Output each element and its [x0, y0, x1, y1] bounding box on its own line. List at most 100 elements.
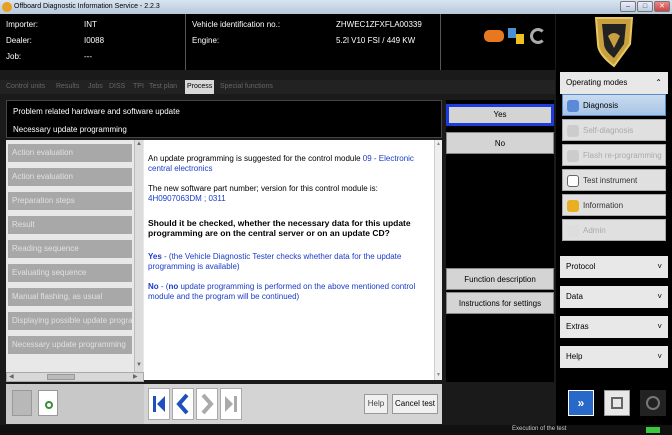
- instructions-for-settings-button[interactable]: Instructions for settings: [446, 292, 554, 314]
- brand-shield-logo: [594, 17, 634, 68]
- scroll-down-icon[interactable]: ▼: [436, 372, 441, 378]
- mode-diagnosis[interactable]: Diagnosis: [562, 94, 666, 116]
- operating-modes-sidebar: Operating modes ⌃ Diagnosis Self-diagnosi…: [556, 70, 672, 425]
- mode-flash-reprogramming[interactable]: Flash re-programming: [562, 144, 666, 166]
- list-item[interactable]: Necessary update programming: [8, 336, 132, 354]
- scroll-right-icon[interactable]: ▶: [133, 373, 138, 380]
- brand-logo-area: [556, 14, 672, 70]
- list-item[interactable]: Result: [8, 216, 132, 234]
- engine-label: Engine:: [192, 36, 220, 45]
- gauge-icon: [567, 175, 579, 187]
- forward-icon[interactable]: »: [568, 390, 594, 416]
- problem-header: Problem related hardware and software up…: [6, 100, 442, 138]
- problem-subtitle: Necessary update programming: [13, 125, 127, 134]
- title-bar: Offboard Diagnostic Information Service …: [0, 0, 672, 14]
- list-item[interactable]: Action evaluation: [8, 144, 132, 162]
- flash-icon: [567, 150, 579, 162]
- tab-tpi[interactable]: TPI: [131, 80, 146, 94]
- software-part-number: 4H0907063DM ; 0311: [148, 194, 226, 203]
- chevron-down-icon: ˅: [657, 322, 662, 331]
- chevron-down-icon: ˅: [657, 352, 662, 361]
- tab-control-units[interactable]: Control units: [4, 80, 47, 94]
- list-item[interactable]: Reading sequence: [8, 240, 132, 258]
- yes-explanation: Yes - (the Vehicle Diagnostic Tester che…: [148, 252, 402, 271]
- yes-button[interactable]: Yes: [446, 104, 554, 126]
- job-value: ---: [84, 52, 92, 61]
- chevron-right-icon: [201, 393, 214, 415]
- tab-results[interactable]: Results: [54, 80, 81, 94]
- bottom-left-toolbar: [6, 384, 144, 424]
- process-step-list: Action evaluation Action evaluation Prep…: [6, 140, 144, 372]
- scroll-down-icon[interactable]: ▼: [136, 362, 142, 368]
- no-button[interactable]: No: [446, 132, 554, 154]
- list-item[interactable]: Displaying possible update program: [8, 312, 132, 330]
- vehicle-header: Importer: INT Dealer: I0088 Job: --- Veh…: [0, 14, 555, 70]
- software-part-text: The new software part number; version fo…: [148, 184, 378, 203]
- list-item[interactable]: Evaluating sequence: [8, 264, 132, 282]
- list-scrollbar[interactable]: ▲ ▼: [134, 140, 143, 372]
- list-horizontal-scrollbar[interactable]: ◀ ▶: [6, 372, 144, 382]
- scroll-up-icon[interactable]: ▲: [436, 141, 441, 147]
- self-diagnosis-icon: [567, 125, 579, 137]
- navigation-toolbar: Help Cancel test: [144, 384, 442, 424]
- window-title: Offboard Diagnostic Information Service …: [14, 3, 160, 10]
- list-item[interactable]: Manual flashing, as usual: [8, 288, 132, 306]
- list-item[interactable]: Preparation steps: [8, 192, 132, 210]
- data-section[interactable]: Data ˅: [560, 286, 668, 308]
- protocol-section[interactable]: Protocol ˅: [560, 256, 668, 278]
- problem-title: Problem related hardware and software up…: [13, 107, 180, 116]
- document-icon[interactable]: [12, 390, 32, 416]
- status-bar: Execution of the test: [0, 425, 672, 435]
- instruction-text-panel: An update programming is suggested for t…: [144, 140, 442, 380]
- cancel-test-button[interactable]: Cancel test: [392, 394, 438, 414]
- document-search-icon[interactable]: [38, 390, 58, 416]
- admin-icon: [567, 225, 579, 237]
- close-button[interactable]: ✕: [654, 1, 670, 12]
- chevron-left-icon: [176, 393, 189, 415]
- car-icon: [484, 30, 504, 42]
- chevron-up-icon: ⌃: [655, 78, 662, 87]
- maximize-button[interactable]: □: [637, 1, 653, 12]
- tab-process[interactable]: Process: [185, 80, 215, 94]
- answer-panel: Yes No Function description Instructions…: [446, 100, 554, 382]
- dealer-value: I0088: [84, 36, 105, 45]
- tab-jobs[interactable]: Jobs: [86, 80, 105, 94]
- mode-self-diagnosis[interactable]: Self-diagnosis: [562, 119, 666, 141]
- app-icon: [2, 2, 12, 12]
- engine-value: 5.2l V10 FSI / 449 KW: [336, 36, 416, 45]
- operating-modes-header[interactable]: Operating modes ⌃: [560, 72, 668, 94]
- question-text: Should it be checked, whether the necess…: [148, 218, 411, 238]
- mode-information[interactable]: Information: [562, 194, 666, 216]
- scroll-up-icon[interactable]: ▲: [136, 141, 142, 147]
- previous-step-button[interactable]: [172, 388, 194, 420]
- mode-admin[interactable]: Admin: [562, 219, 666, 241]
- tab-test-plan[interactable]: Test plan: [147, 80, 179, 94]
- tab-bar: Control units Results Jobs DISS TPI Test…: [0, 80, 555, 94]
- scroll-left-icon[interactable]: ◀: [9, 373, 14, 380]
- scroll-thumb[interactable]: [47, 374, 75, 380]
- job-label: Job:: [6, 52, 22, 61]
- help-section[interactable]: Help ˅: [560, 346, 668, 368]
- skip-back-icon: [153, 396, 165, 412]
- help-button[interactable]: Help: [364, 394, 388, 414]
- mode-test-instrument[interactable]: Test instrument: [562, 169, 666, 191]
- next-step-button[interactable]: [196, 388, 218, 420]
- minimize-button[interactable]: –: [620, 1, 636, 12]
- list-item[interactable]: Action evaluation: [8, 168, 132, 186]
- function-description-button[interactable]: Function description: [446, 268, 554, 290]
- importer-value: INT: [84, 20, 97, 29]
- first-step-button[interactable]: [148, 388, 170, 420]
- content-scrollbar[interactable]: ▲ ▼: [434, 140, 442, 380]
- interface-icon: [508, 28, 524, 46]
- calculator-icon[interactable]: [604, 390, 630, 416]
- vin-value: ZHWEC1ZFXFLA00339: [336, 20, 422, 29]
- extras-section[interactable]: Extras ˅: [560, 316, 668, 338]
- chevron-down-icon: ˅: [657, 262, 662, 271]
- tab-diss[interactable]: DISS: [107, 80, 127, 94]
- tool-icon: [530, 28, 546, 44]
- importer-label: Importer:: [6, 20, 39, 29]
- stop-icon[interactable]: [640, 390, 666, 416]
- tab-special-functions[interactable]: Special functions: [218, 80, 275, 94]
- last-step-button[interactable]: [220, 388, 242, 420]
- skip-forward-icon: [225, 396, 237, 412]
